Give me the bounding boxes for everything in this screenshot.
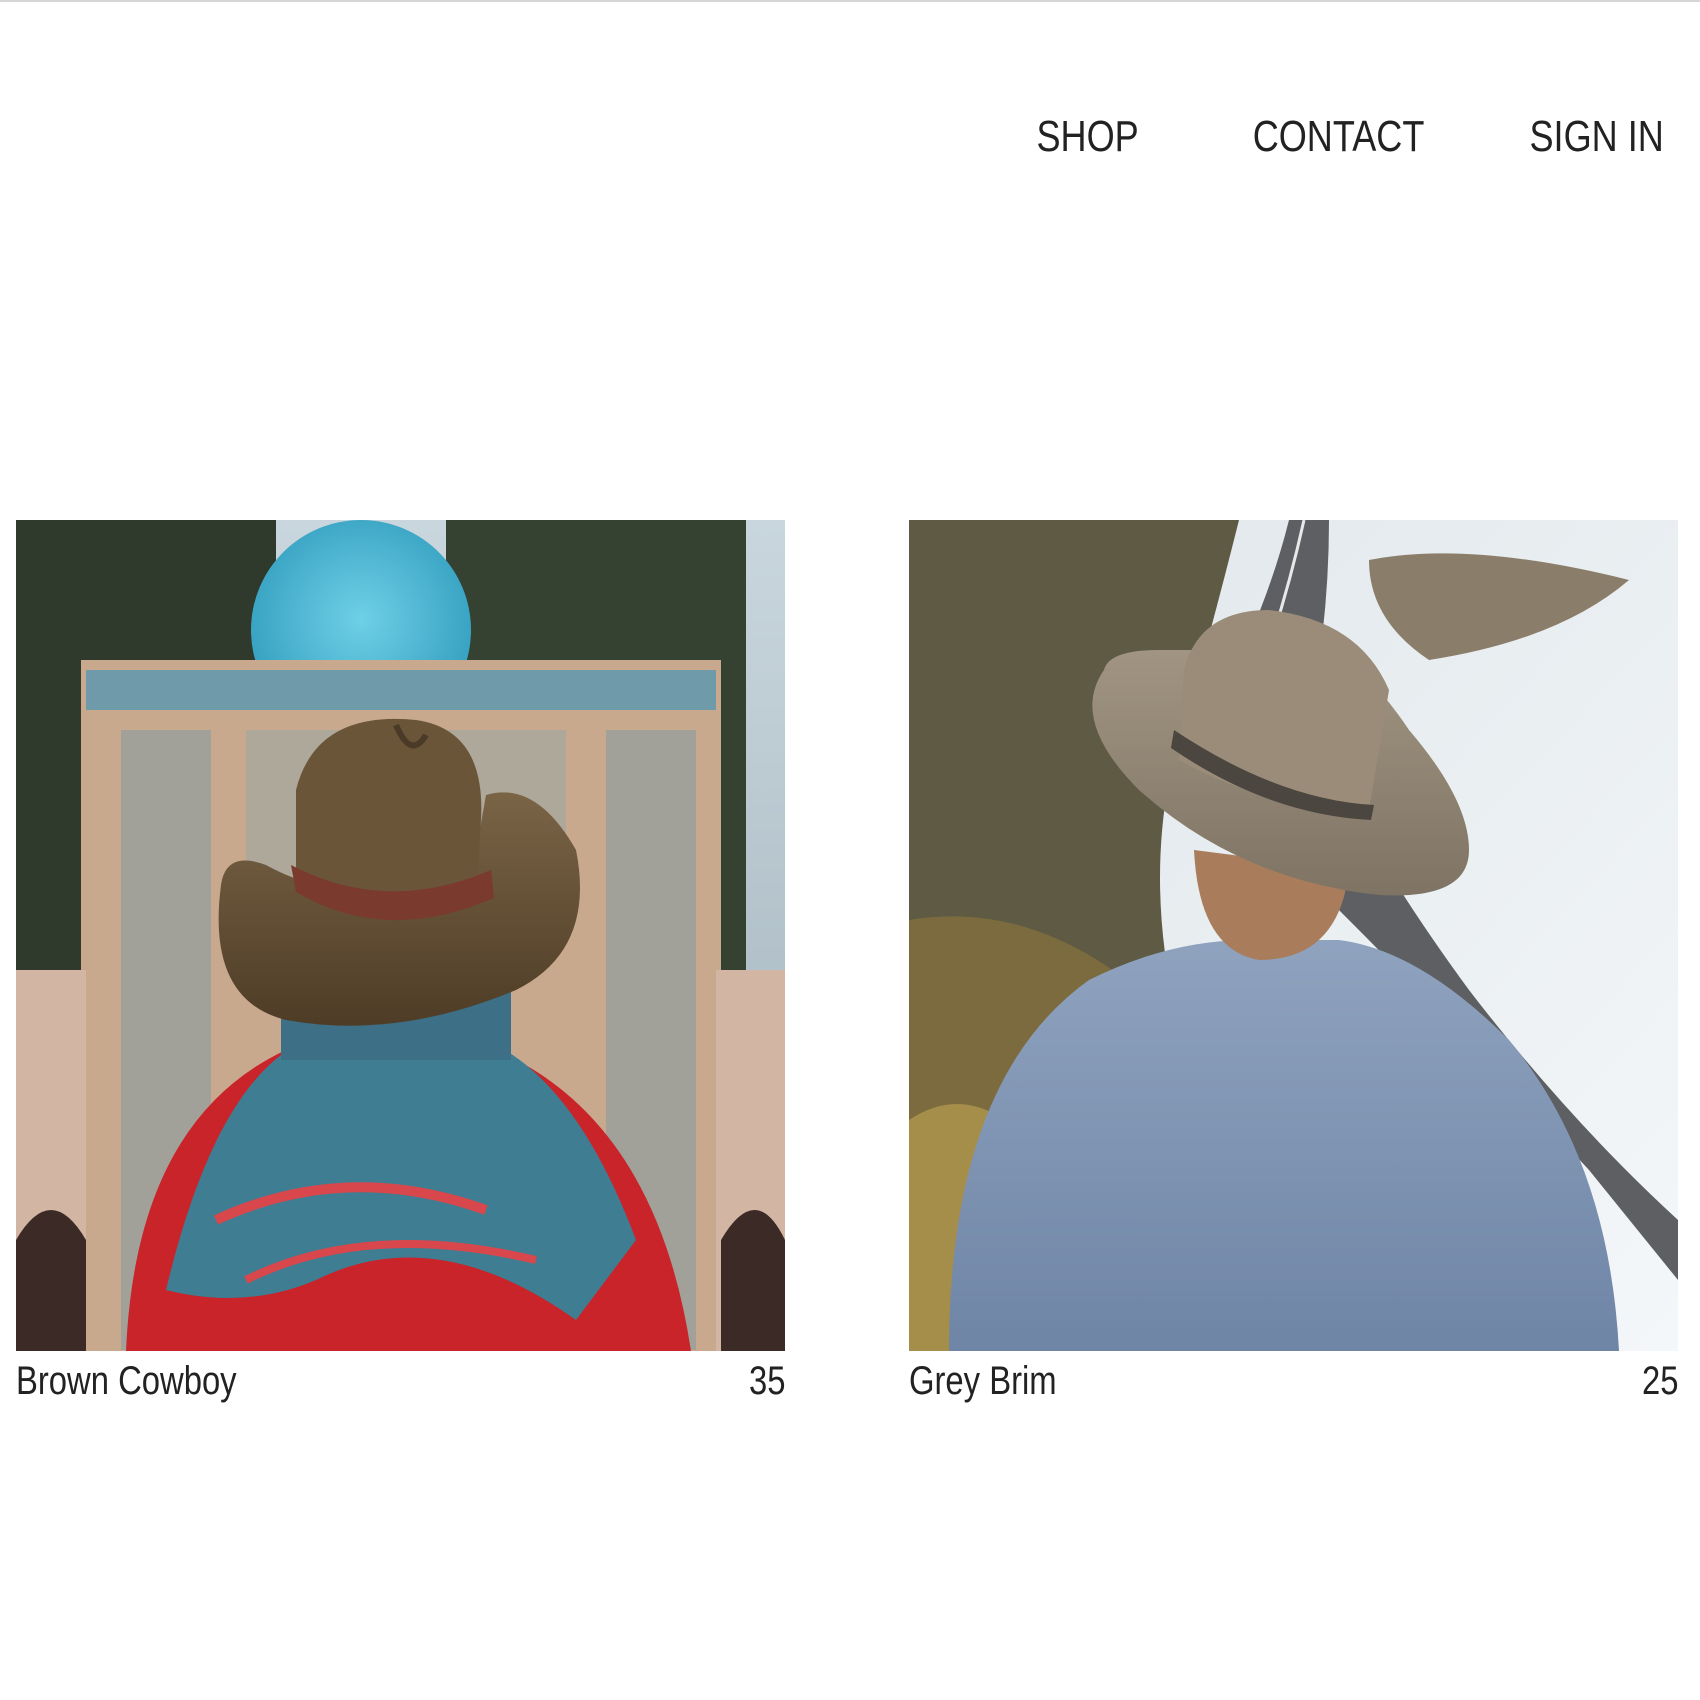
product-name[interactable]: Brown Cowboy [16,1359,237,1404]
product-price: 35 [748,1359,785,1403]
product-price: 25 [1641,1359,1678,1403]
top-divider [0,0,1700,2]
nav-sign-in[interactable]: SIGN IN [1530,112,1664,162]
nav-shop[interactable]: SHOP [1037,112,1139,162]
product-name[interactable]: Grey Brim [909,1359,1057,1404]
main-nav: SHOP CONTACT SIGN IN [1014,112,1664,162]
product-image-grey-brim[interactable] [909,520,1678,1351]
nav-contact[interactable]: CONTACT [1253,112,1425,162]
product-image-brown-cowboy[interactable] [16,520,785,1351]
product-card[interactable]: Grey Brim 25 [909,520,1678,1404]
product-grid: Brown Cowboy 35 Grey Brim 25 [16,520,1678,1404]
product-card[interactable]: Brown Cowboy 35 [16,520,785,1404]
